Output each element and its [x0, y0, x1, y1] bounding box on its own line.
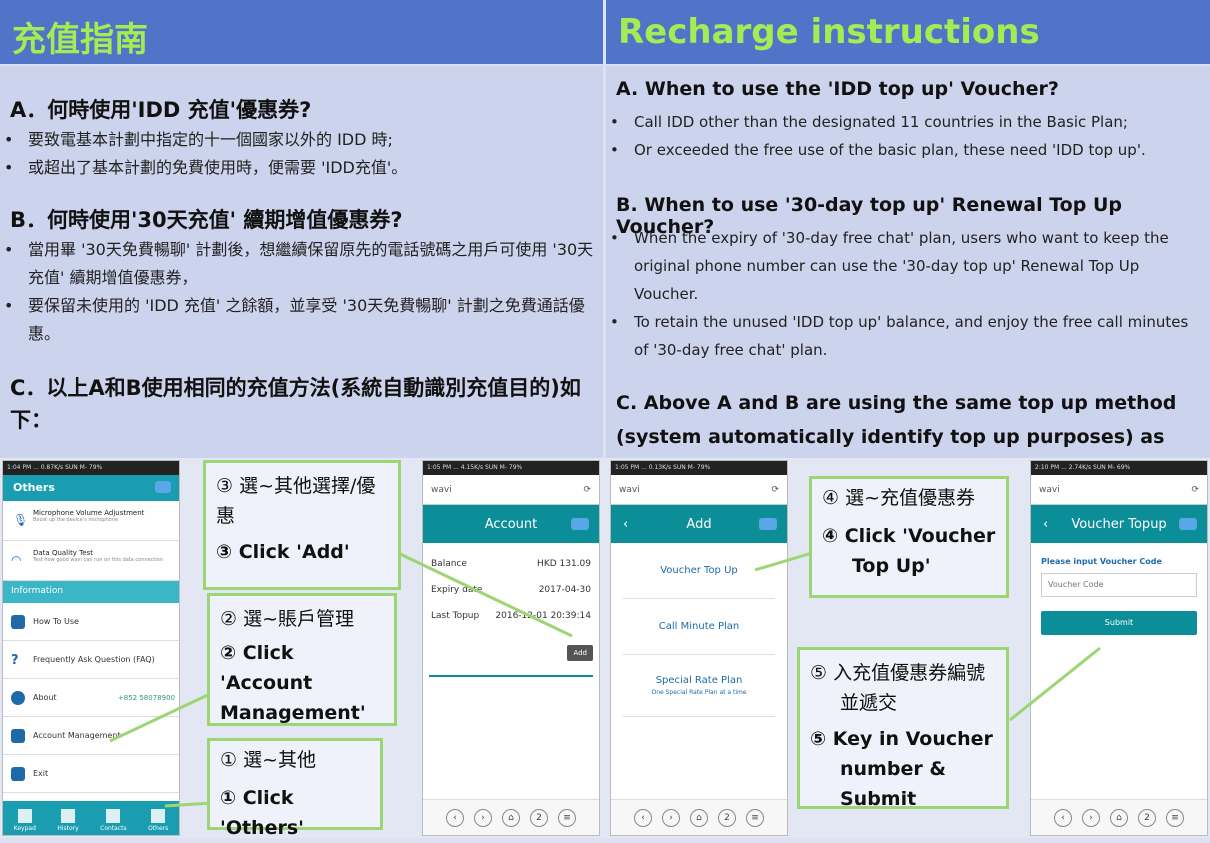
header-zh: 充值指南 — [0, 0, 603, 64]
zh-c-title: C．以上A和B使用相同的充值方法(系統自動識別充值目的)如下： — [10, 376, 581, 432]
callout-step-4: ④ 選~充值優惠券 ④ Click 'Voucher Top Up' — [809, 476, 1009, 598]
step-1-en: ① Click 'Others' — [220, 787, 304, 839]
callout-step-1: ① 選~其他 ① Click 'Others' — [207, 738, 383, 839]
zh-b-title: B．何時使用'30天充值' 續期增值優惠券? — [10, 208, 403, 232]
step-5-zh: ⑤ 入充值優惠券編號並遞交 — [810, 662, 986, 714]
step-4-zh: ④ 選~充值優惠券 — [822, 487, 975, 509]
zh-a-bullet-2: 或超出了基本計劃的免費使用時，便需要 'IDD充值'。 — [0, 154, 595, 182]
callout-step-3: ③ 選~其他選擇/優惠 ③ Click 'Add' — [203, 460, 401, 590]
zh-b-bullet-1: 當用畢 '30天免費暢聊' 計劃後，想繼續保留原先的電話號碼之用戶可使用 '30… — [0, 236, 600, 292]
instructions-zh: A．何時使用'IDD 充值'優惠券? 要致電基本計劃中指定的十一個國家以外的 I… — [0, 66, 603, 458]
step-2-zh: ② 選~賬戶管理 — [220, 608, 354, 630]
zh-a-title: A．何時使用'IDD 充值'優惠券? — [10, 98, 312, 122]
callout-connectors — [109, 551, 1101, 808]
header-en: Recharge instructions — [606, 0, 1210, 64]
step-3-en: ③ Click 'Add' — [216, 541, 350, 563]
step-5-en: ⑤ Key in Voucher number & Submit — [810, 728, 993, 810]
en-b-bullet-2: To retain the unused 'IDD top up' balanc… — [606, 308, 1204, 364]
callout-step-5: ⑤ 入充值優惠券編號並遞交 ⑤ Key in Voucher number & … — [797, 647, 1009, 810]
step-4-en: ④ Click 'Voucher Top Up' — [822, 525, 996, 577]
title-zh: 充值指南 — [12, 20, 148, 60]
zh-a-bullet-1: 要致電基本計劃中指定的十一個國家以外的 IDD 時; — [0, 126, 595, 154]
en-b-bullet-1: When the expiry of '30-day free chat' pl… — [606, 224, 1204, 308]
step-1-zh: ① 選~其他 — [220, 749, 316, 771]
title-en: Recharge instructions — [618, 12, 1040, 52]
en-a-bullet-1: Call IDD other than the designated 11 co… — [606, 108, 1206, 136]
zh-b-bullet-2: 要保留未使用的 'IDD 充值' 之餘額，並享受 '30天免費暢聊' 計劃之免費… — [0, 292, 600, 348]
callout-step-2: ② 選~賬戶管理 ② Click 'Account Management' — [207, 593, 397, 726]
step-3-zh: ③ 選~其他選擇/優惠 — [216, 475, 376, 527]
en-a-title: A. When to use the 'IDD top up' Voucher? — [616, 78, 1059, 100]
step-2-en: ② Click 'Account Management' — [220, 642, 366, 724]
en-a-bullet-2: Or exceeded the free use of the basic pl… — [606, 136, 1206, 164]
instructions-en: A. When to use the 'IDD top up' Voucher?… — [606, 66, 1210, 482]
